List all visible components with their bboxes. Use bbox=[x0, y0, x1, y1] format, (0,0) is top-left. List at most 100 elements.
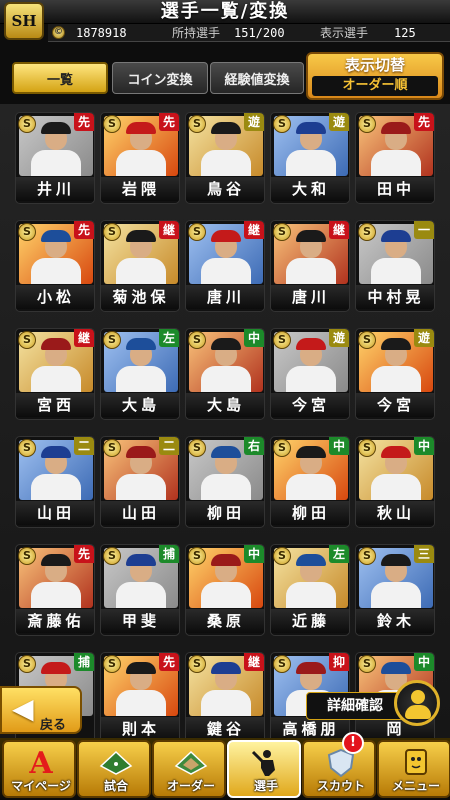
player-name: 斎藤佑 bbox=[16, 609, 94, 633]
player-card[interactable]: S 左大島 bbox=[100, 328, 180, 420]
nav-order[interactable]: オーダー bbox=[152, 740, 226, 798]
player-card[interactable]: S 継唐川 bbox=[185, 220, 265, 312]
position-badge: 継 bbox=[244, 653, 264, 671]
status-bar: © 1878918 所持選手 151/200 表示選手 125 bbox=[48, 24, 450, 42]
player-detail-icon[interactable] bbox=[394, 680, 440, 726]
player-card[interactable]: S 先田中 bbox=[355, 112, 435, 204]
player-card[interactable]: S 継唐川 bbox=[270, 220, 350, 312]
player-card[interactable]: S 中柳田 bbox=[270, 436, 350, 528]
star-coin-icon: S bbox=[273, 331, 291, 349]
star-coin-icon: S bbox=[273, 547, 291, 565]
player-card[interactable]: S 中大島 bbox=[185, 328, 265, 420]
position-badge: 先 bbox=[74, 545, 94, 563]
nav-scout-label: スカウト bbox=[316, 779, 365, 793]
bottom-nav: A マイページ 試合 オーダー 選手 スカウト メニュー bbox=[0, 738, 450, 800]
header-bar: 選手一覧/変換 bbox=[0, 0, 450, 24]
star-coin-icon: S bbox=[358, 331, 376, 349]
player-card[interactable]: S 中桑原 bbox=[185, 544, 265, 636]
player-name: 井川 bbox=[16, 177, 94, 201]
player-card[interactable]: S 遊今宮 bbox=[270, 328, 350, 420]
player-card[interactable]: S 継菊池保 bbox=[100, 220, 180, 312]
tab-list[interactable]: 一覧 bbox=[12, 62, 108, 94]
player-card[interactable]: S 一中村晃 bbox=[355, 220, 435, 312]
player-name: 柳田 bbox=[271, 501, 349, 525]
player-name: 小松 bbox=[16, 285, 94, 309]
player-card[interactable]: S 先則本 bbox=[100, 652, 180, 744]
star-coin-icon: S bbox=[18, 439, 36, 457]
player-name: 唐川 bbox=[271, 285, 349, 309]
position-badge: 中 bbox=[414, 653, 434, 671]
display-count-label: 表示選手 bbox=[320, 26, 369, 40]
menu-face-icon bbox=[399, 748, 433, 778]
position-badge: 継 bbox=[244, 221, 264, 239]
player-name: 柳田 bbox=[186, 501, 264, 525]
star-coin-icon: S bbox=[358, 115, 376, 133]
nav-menu[interactable]: メニュー bbox=[377, 740, 450, 798]
star-coin-icon: S bbox=[188, 331, 206, 349]
star-coin-icon: S bbox=[188, 223, 206, 241]
star-coin-icon: S bbox=[358, 223, 376, 241]
star-coin-icon: S bbox=[103, 655, 121, 673]
position-badge: 遊 bbox=[329, 113, 349, 131]
player-card[interactable]: S 遊大和 bbox=[270, 112, 350, 204]
position-badge: 捕 bbox=[159, 545, 179, 563]
position-badge: 左 bbox=[159, 329, 179, 347]
tab-exp-convert[interactable]: 経験値変換 bbox=[210, 62, 304, 94]
field-icon bbox=[174, 748, 208, 778]
position-badge: 継 bbox=[329, 221, 349, 239]
player-name: 岩隈 bbox=[101, 177, 179, 201]
player-card[interactable]: S 二山田 bbox=[100, 436, 180, 528]
player-card[interactable]: S 先小松 bbox=[15, 220, 95, 312]
position-badge: 一 bbox=[414, 221, 434, 239]
star-coin-icon: S bbox=[273, 223, 291, 241]
position-badge: 中 bbox=[329, 437, 349, 455]
person-body-icon bbox=[405, 705, 431, 719]
player-card[interactable]: S 右柳田 bbox=[185, 436, 265, 528]
display-toggle[interactable]: 表示切替 オーダー順 bbox=[306, 52, 444, 100]
star-coin-icon: S bbox=[103, 547, 121, 565]
player-name: 大島 bbox=[101, 393, 179, 417]
field-icon bbox=[99, 748, 133, 778]
position-badge: 先 bbox=[159, 653, 179, 671]
position-badge: 二 bbox=[74, 437, 94, 455]
coin-icon: © bbox=[52, 26, 65, 39]
player-card[interactable]: S 中秋山 bbox=[355, 436, 435, 528]
nav-order-label: オーダー bbox=[166, 779, 215, 793]
nav-game[interactable]: 試合 bbox=[77, 740, 151, 798]
nav-mypage[interactable]: A マイページ bbox=[2, 740, 76, 798]
player-name: 大和 bbox=[271, 177, 349, 201]
tab-coin-convert[interactable]: コイン変換 bbox=[112, 62, 208, 94]
nav-game-label: 試合 bbox=[103, 779, 128, 793]
player-card[interactable]: S 三鈴木 bbox=[355, 544, 435, 636]
nav-scout[interactable]: スカウト bbox=[302, 740, 376, 798]
star-coin-icon: S bbox=[273, 115, 291, 133]
player-card[interactable]: S 左近藤 bbox=[270, 544, 350, 636]
player-card[interactable]: S 先斎藤佑 bbox=[15, 544, 95, 636]
player-name: 菊池保 bbox=[101, 285, 179, 309]
player-card[interactable]: S 二山田 bbox=[15, 436, 95, 528]
player-card[interactable]: S 遊今宮 bbox=[355, 328, 435, 420]
star-coin-icon: S bbox=[103, 331, 121, 349]
team-logo: SH bbox=[4, 2, 44, 40]
player-card[interactable]: S 継宮西 bbox=[15, 328, 95, 420]
position-badge: 継 bbox=[74, 329, 94, 347]
star-coin-icon: S bbox=[18, 655, 36, 673]
player-card[interactable]: S 捕甲斐 bbox=[100, 544, 180, 636]
back-button[interactable]: ◀ 戻る bbox=[0, 686, 82, 734]
position-badge: 先 bbox=[159, 113, 179, 131]
player-card[interactable]: S 先井川 bbox=[15, 112, 95, 204]
player-card[interactable]: S 遊鳥谷 bbox=[185, 112, 265, 204]
detail-button[interactable]: 詳細確認 bbox=[306, 692, 404, 720]
star-coin-icon: S bbox=[188, 547, 206, 565]
player-card[interactable]: S 継鍵谷 bbox=[185, 652, 265, 744]
star-coin-icon: S bbox=[18, 331, 36, 349]
player-card[interactable]: S 先岩隈 bbox=[100, 112, 180, 204]
nav-players-label: 選手 bbox=[253, 779, 278, 793]
nav-players[interactable]: 選手 bbox=[227, 740, 301, 798]
player-name: 山田 bbox=[16, 501, 94, 525]
page-title: 選手一覧/変換 bbox=[160, 1, 290, 22]
position-badge: 右 bbox=[244, 437, 264, 455]
position-badge: 三 bbox=[414, 545, 434, 563]
player-name: 秋山 bbox=[356, 501, 434, 525]
star-coin-icon: S bbox=[358, 547, 376, 565]
